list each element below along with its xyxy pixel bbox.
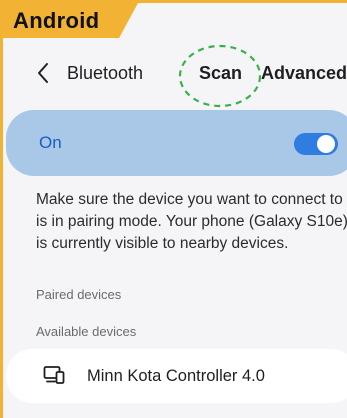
paired-devices-header: Paired devices: [36, 287, 122, 302]
top-app-bar: Bluetooth Scan Advanced: [3, 44, 347, 108]
advanced-button[interactable]: Advanced: [261, 61, 347, 85]
pairing-description: Make sure the device you want to connect…: [36, 191, 347, 252]
scan-button[interactable]: Scan: [199, 61, 242, 85]
device-name: Minn Kota Controller 4.0: [87, 367, 265, 385]
device-display-icon: [43, 366, 65, 384]
bluetooth-switch[interactable]: [294, 133, 338, 155]
available-devices-header: Available devices: [36, 324, 137, 339]
bluetooth-state-label: On: [39, 133, 62, 152]
screenshot-frame: Android Bluetooth Scan Advanced On Make …: [0, 0, 347, 418]
page-title: Bluetooth: [67, 63, 144, 83]
chevron-left-icon[interactable]: [36, 62, 50, 84]
available-device-item[interactable]: Minn Kota Controller 4.0: [6, 349, 347, 403]
bluetooth-toggle-row[interactable]: On: [6, 110, 347, 176]
switch-knob: [317, 135, 335, 153]
android-badge: Android: [3, 3, 138, 38]
